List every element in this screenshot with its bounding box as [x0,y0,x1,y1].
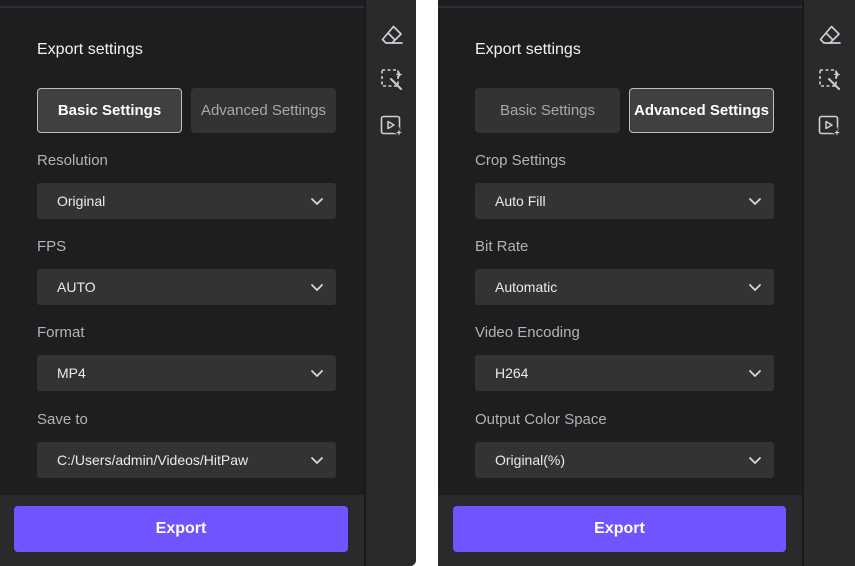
save-to-value: C:/Users/admin/Videos/HitPaw [57,452,249,468]
tab-advanced-settings[interactable]: Advanced Settings [191,88,336,133]
video-encoding-select[interactable]: H264 [475,355,774,391]
bit-rate-label: Bit Rate [475,238,529,255]
save-to-label: Save to [37,411,88,428]
format-value: MP4 [57,365,86,381]
output-color-space-value: Original(%) [495,452,566,468]
output-color-space-label: Output Color Space [475,411,607,428]
tool-rail [804,0,854,566]
resolution-select[interactable]: Original [37,183,336,219]
export-settings-comparison: Export settings Basic Settings Advanced … [0,0,855,566]
top-strip [0,0,364,8]
chevron-down-icon [311,370,323,377]
save-to-select[interactable]: C:/Users/admin/Videos/HitPaw [37,442,336,478]
bit-rate-value: Automatic [495,279,558,295]
chevron-down-icon [749,198,761,205]
eraser-icon[interactable] [379,22,405,48]
left-export-pane: Export settings Basic Settings Advanced … [0,0,416,566]
fps-label: FPS [37,238,67,255]
panel-title: Export settings [37,41,143,58]
tab-basic-settings[interactable]: Basic Settings [37,88,182,133]
format-label: Format [37,324,85,341]
output-color-space-select[interactable]: Original(%) [475,442,774,478]
chevron-down-icon [311,284,323,291]
bit-rate-select[interactable]: Automatic [475,269,774,305]
magic-select-icon[interactable] [379,67,405,93]
export-settings-panel: Export settings Basic Settings Advanced … [438,8,802,495]
format-select[interactable]: MP4 [37,355,336,391]
settings-tabs: Basic Settings Advanced Settings [475,88,774,133]
video-encoding-value: H264 [495,365,529,381]
ai-video-icon[interactable] [817,113,843,139]
fps-value: AUTO [57,279,96,295]
chevron-down-icon [749,284,761,291]
panel-title: Export settings [475,41,581,58]
crop-settings-label: Crop Settings [475,152,566,169]
chevron-down-icon [749,370,761,377]
crop-settings-select[interactable]: Auto Fill [475,183,774,219]
tab-basic-settings[interactable]: Basic Settings [475,88,620,133]
chevron-down-icon [311,198,323,205]
chevron-down-icon [311,457,323,464]
ai-video-icon[interactable] [379,113,405,139]
resolution-value: Original [57,193,106,209]
crop-settings-value: Auto Fill [495,193,546,209]
tab-advanced-settings[interactable]: Advanced Settings [629,88,774,133]
tool-rail [366,0,416,566]
eraser-icon[interactable] [817,22,843,48]
settings-tabs: Basic Settings Advanced Settings [37,88,336,133]
right-export-pane: Export settings Basic Settings Advanced … [438,0,855,566]
export-button[interactable]: Export [453,506,786,552]
export-button[interactable]: Export [14,506,348,552]
magic-select-icon[interactable] [817,67,843,93]
export-settings-panel: Export settings Basic Settings Advanced … [0,8,364,495]
top-strip [438,0,802,8]
video-encoding-label: Video Encoding [475,324,580,341]
fps-select[interactable]: AUTO [37,269,336,305]
chevron-down-icon [749,457,761,464]
resolution-label: Resolution [37,152,108,169]
